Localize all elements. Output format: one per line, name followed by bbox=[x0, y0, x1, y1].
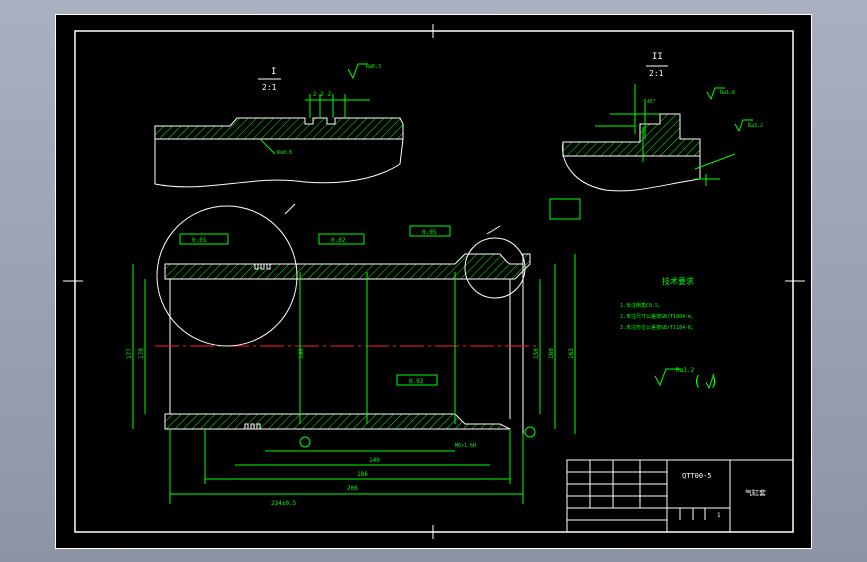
detail-ii-ratio: 2:1 bbox=[649, 69, 664, 78]
svg-text:( ): ( ) bbox=[693, 374, 718, 390]
cylinder-wall-bottom bbox=[164, 413, 511, 430]
tech-req-item-2: 2.未注尺寸公差按GB/T1804-m。 bbox=[620, 313, 696, 320]
detail-i-ratio: 2:1 bbox=[262, 83, 277, 92]
dimension-set bbox=[132, 254, 576, 504]
drawing-sheet[interactable]: I 2:1 2 2 2 Ra6.3 Ra0.8 II 2:1 45° Ra1.6… bbox=[55, 14, 812, 549]
svg-text:2 2 2: 2 2 2 bbox=[313, 91, 331, 98]
cylinder-wall-top bbox=[164, 253, 531, 280]
svg-text:0.02: 0.02 bbox=[409, 378, 424, 385]
tech-requirements: 技术要求 1.未注倒角C0.5。 2.未注尺寸公差按GB/T1804-m。 3.… bbox=[620, 276, 718, 390]
drawing-canvas: I 2:1 2 2 2 Ra6.3 Ra0.8 II 2:1 45° Ra1.6… bbox=[55, 14, 812, 549]
dim-overall-length: 234±0.5 bbox=[271, 500, 297, 507]
roughness-symbol bbox=[347, 63, 368, 80]
datum-b-marker bbox=[524, 426, 536, 438]
svg-text:0.02: 0.02 bbox=[331, 237, 346, 244]
dim-177: 177 bbox=[126, 348, 133, 359]
dim-160: 160 bbox=[548, 348, 555, 359]
svg-text:45°: 45° bbox=[647, 99, 656, 105]
svg-text:0.01: 0.01 bbox=[192, 237, 207, 244]
dim-206: 206 bbox=[347, 485, 358, 492]
tech-req-item-1: 1.未注倒角C0.5。 bbox=[620, 302, 663, 309]
svg-text:Ra3.2: Ra3.2 bbox=[748, 123, 763, 129]
svg-text:0.05: 0.05 bbox=[422, 229, 437, 236]
svg-text:Ra6.3: Ra6.3 bbox=[366, 64, 381, 70]
dim-170: 170 bbox=[138, 348, 145, 359]
part-name: 气缸套 bbox=[745, 488, 766, 497]
detail-i-section bbox=[154, 117, 404, 140]
datum-a-marker bbox=[299, 436, 311, 448]
dim-163: 163 bbox=[568, 348, 575, 359]
detail-view-ii: II 2:1 45° Ra1.6 Ra3.2 bbox=[562, 52, 763, 192]
detail-ii-section bbox=[562, 113, 701, 157]
outer-border bbox=[55, 14, 812, 549]
dim-150: 150 bbox=[533, 348, 540, 359]
detail-i-label: I bbox=[271, 67, 276, 77]
cad-viewport: I 2:1 2 2 2 Ra6.3 Ra0.8 II 2:1 45° Ra1.6… bbox=[0, 0, 867, 562]
dim-186: 186 bbox=[357, 471, 368, 478]
detail-view-i: I 2:1 2 2 2 Ra6.3 Ra0.8 bbox=[154, 63, 404, 188]
tech-req-title: 技术要求 bbox=[662, 276, 694, 286]
dim-thread: M6×1-6H bbox=[455, 443, 476, 449]
tech-req-item-3: 3.未注形位公差按GB/T1184-K。 bbox=[620, 324, 696, 331]
svg-text:Ra1.6: Ra1.6 bbox=[720, 90, 735, 96]
svg-text:Ra0.8: Ra0.8 bbox=[277, 150, 292, 156]
gdt-frames: 0.01 0.02 0.05 0.02 bbox=[179, 198, 581, 448]
part-code: QTT00-5 bbox=[682, 472, 712, 480]
sheet-number: 1 bbox=[717, 512, 721, 519]
dim-140-vert: 140 bbox=[298, 348, 305, 359]
detail-ii-label: II bbox=[652, 52, 663, 62]
dim-140: 140 bbox=[369, 457, 380, 464]
general-roughness-value: Ra3.2 bbox=[676, 367, 694, 374]
main-section-view bbox=[155, 203, 540, 434]
